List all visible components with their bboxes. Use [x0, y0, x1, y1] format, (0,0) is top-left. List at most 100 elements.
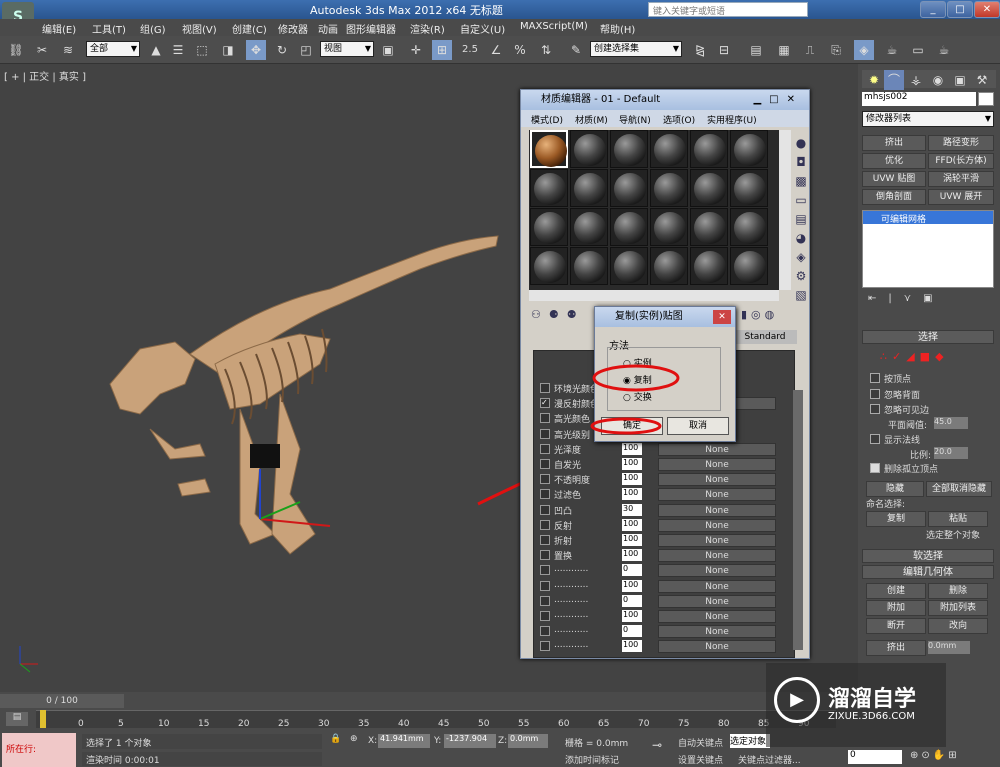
modify-tab-icon[interactable]: ⌒	[884, 70, 904, 90]
plane-threshold-spinner[interactable]: 45.0	[934, 417, 968, 429]
me-menu-options[interactable]: 选项(O)	[663, 113, 695, 126]
create-tab-icon[interactable]: ✹	[864, 70, 884, 90]
rendered-frame-icon[interactable]: ▭	[908, 40, 928, 60]
map-amount[interactable]: 0	[622, 594, 642, 607]
turbosmooth-button[interactable]: 涡轮平滑	[928, 171, 994, 187]
map-checkbox[interactable]	[540, 474, 550, 485]
material-slot[interactable]	[570, 247, 608, 285]
select-object-icon[interactable]: ▲	[146, 40, 166, 60]
map-amount[interactable]: 100	[622, 534, 642, 546]
me-menu-material[interactable]: 材质(M)	[575, 113, 608, 126]
map-amount[interactable]: 100	[622, 579, 642, 592]
map-amount[interactable]: 0	[622, 564, 642, 577]
ignore-backface-checkbox[interactable]	[870, 389, 880, 399]
stack-tools[interactable]: ⇤|⋎▣	[868, 293, 945, 304]
map-checkbox[interactable]	[540, 565, 550, 576]
auto-key-button[interactable]: 自动关键点	[678, 736, 723, 749]
map-checkbox[interactable]	[540, 459, 550, 469]
uvw-map-button[interactable]: UVW 贴图	[862, 171, 926, 187]
extrude-spinner[interactable]: 0.0mm	[928, 641, 970, 654]
me-bottom-tools[interactable]: ⚇⚈⚉	[531, 308, 585, 321]
me-right-tools[interactable]: ▮◎◍	[741, 308, 778, 321]
map-button[interactable]: None	[658, 625, 776, 639]
map-button[interactable]: None	[658, 579, 776, 593]
key-filters-button[interactable]: 关键点过滤器...	[738, 753, 801, 766]
motion-tab-icon[interactable]: ◉	[928, 70, 948, 90]
show-normals-checkbox[interactable]	[870, 434, 880, 444]
material-slot[interactable]	[570, 130, 608, 168]
material-editor-icon[interactable]: ◈	[854, 40, 874, 60]
menu-help[interactable]: 帮助(H)	[600, 21, 635, 36]
turn-button[interactable]: 改向	[928, 618, 988, 634]
map-button[interactable]: None	[658, 640, 776, 654]
angle-snap-icon[interactable]: ∠	[486, 40, 506, 60]
utilities-tab-icon[interactable]: ⚒	[972, 70, 992, 90]
map-checkbox[interactable]	[540, 519, 550, 530]
extrude-button[interactable]: 挤出	[866, 640, 926, 656]
layer-manager-icon[interactable]: ▤	[746, 40, 766, 60]
map-amount[interactable]: 100	[622, 549, 642, 562]
selection-filter-dropdown[interactable]: 全部 ▼	[86, 41, 140, 57]
set-key-button[interactable]: 设置关键点	[678, 753, 723, 766]
named-selection-dropdown[interactable]: 创建选择集 ▼	[590, 41, 682, 57]
map-amount[interactable]: 100	[622, 610, 642, 622]
menu-rendering[interactable]: 渲染(R)	[410, 21, 445, 36]
search-input[interactable]: 键入关键字或短语	[648, 2, 808, 17]
object-name-field[interactable]: mhsjs002	[862, 92, 976, 106]
bind-spacewarp-icon[interactable]: ≋	[58, 40, 78, 60]
map-amount[interactable]: 100	[622, 458, 642, 470]
material-slot[interactable]	[650, 130, 688, 168]
map-button[interactable]: None	[658, 473, 776, 487]
slot-hscrollbar[interactable]	[529, 290, 779, 301]
menu-tools[interactable]: 工具(T)	[92, 21, 126, 36]
z-field[interactable]: 0.0mm	[508, 734, 548, 748]
menu-maxscript[interactable]: MAXScript(M)	[520, 21, 588, 32]
me-menu-navigation[interactable]: 导航(N)	[619, 113, 651, 126]
map-amount[interactable]: 30	[622, 503, 642, 516]
menu-animation[interactable]: 动画	[318, 21, 338, 36]
path-deform-button[interactable]: 路径变形	[928, 135, 994, 151]
render-setup-icon[interactable]: ☕	[882, 40, 902, 60]
map-button[interactable]: None	[658, 503, 776, 517]
maximize-button[interactable]: □	[947, 1, 973, 18]
scale-icon[interactable]: ◰	[296, 40, 316, 60]
menu-view[interactable]: 视图(V)	[182, 21, 217, 36]
slot-scrollbar[interactable]	[779, 130, 791, 290]
ffd-box-button[interactable]: FFD(长方体)	[928, 153, 994, 169]
material-slot[interactable]	[610, 169, 648, 207]
percent-snap-icon[interactable]: %	[510, 40, 530, 60]
stack-item-editable-mesh[interactable]: 可编辑网格	[863, 211, 993, 225]
material-slot[interactable]	[650, 169, 688, 207]
material-slot[interactable]	[610, 247, 648, 285]
map-amount[interactable]: 100	[622, 442, 642, 455]
nav-controls-icon[interactable]: ⊕⊙✋⊞	[910, 750, 960, 761]
map-amount[interactable]: 100	[622, 473, 642, 486]
create-button[interactable]: 创建	[866, 583, 926, 599]
delete-button[interactable]: 删除	[928, 583, 988, 599]
paste-button[interactable]: 粘贴	[928, 511, 988, 527]
me-menu-mode[interactable]: 模式(D)	[531, 113, 563, 126]
curve-editor-icon[interactable]: ⎍	[800, 40, 820, 60]
map-checkbox[interactable]	[540, 550, 550, 561]
map-checkbox[interactable]	[540, 611, 550, 621]
scale-spinner[interactable]: 20.0	[934, 447, 968, 459]
soft-selection-rollout[interactable]: 软选择	[862, 549, 994, 563]
ignore-visible-checkbox[interactable]	[870, 404, 880, 414]
me-window-controls-icon[interactable]: ▁□✕	[753, 90, 803, 110]
map-button[interactable]: None	[658, 518, 776, 532]
hierarchy-tab-icon[interactable]: ⚶	[906, 70, 926, 90]
material-slot[interactable]	[730, 169, 768, 207]
rotate-icon[interactable]: ↻	[272, 40, 292, 60]
move-icon[interactable]: ✥	[246, 40, 266, 60]
me-scrollbar[interactable]	[793, 390, 803, 650]
material-slot[interactable]	[730, 208, 768, 246]
bevel-profile-button[interactable]: 倒角剖面	[862, 189, 926, 205]
maxscript-listener[interactable]: 所在行:	[2, 733, 76, 767]
me-menu-utilities[interactable]: 实用程序(U)	[707, 113, 757, 126]
map-amount[interactable]: 0	[622, 625, 642, 638]
window-crossing-icon[interactable]: ◨	[218, 40, 238, 60]
map-button[interactable]: None	[658, 458, 776, 471]
track-bar-icon[interactable]: ▤	[6, 712, 28, 726]
optimize-button[interactable]: 优化	[862, 153, 926, 169]
object-color-swatch[interactable]	[978, 92, 994, 106]
